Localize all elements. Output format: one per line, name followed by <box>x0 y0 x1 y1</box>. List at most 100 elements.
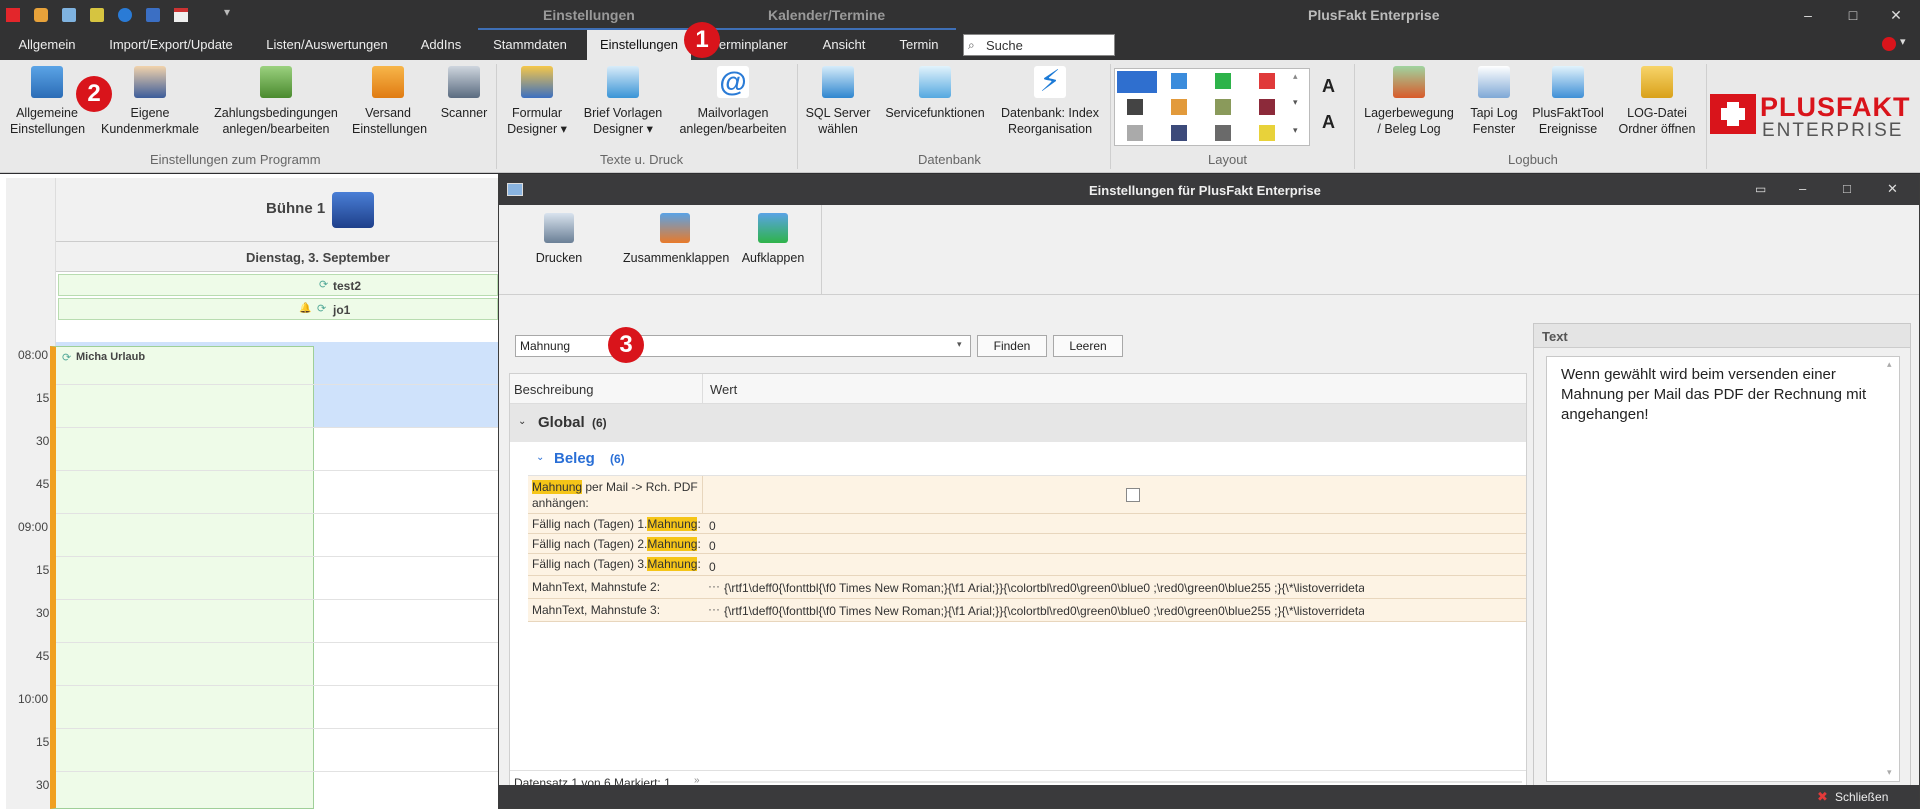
schliessen-button[interactable]: Schließen <box>1835 790 1888 804</box>
gallery-expand-icon[interactable]: ▾ <box>1293 125 1298 136</box>
search-icon: ⌕ <box>968 38 975 52</box>
help-icon[interactable] <box>118 8 132 22</box>
table-row[interactable]: Fällig nach (Tagen) 3.Mahnung: 0 <box>528 554 1526 576</box>
text-scroll-up-icon[interactable]: ▴ <box>1887 359 1892 370</box>
tab-stammdaten[interactable]: Stammdaten <box>480 30 580 60</box>
lagerbewegung-log-button[interactable]: Lagerbewegung / Beleg Log <box>1360 66 1458 137</box>
layout-style-12[interactable] <box>1259 125 1275 141</box>
drucken-button[interactable]: Drucken <box>529 213 589 266</box>
layout-style-3[interactable] <box>1215 73 1231 89</box>
layout-style-11[interactable] <box>1215 125 1231 141</box>
window-icon[interactable] <box>62 8 76 22</box>
log-datei-ordner-button[interactable]: LOG-Datei Ordner öffnen <box>1612 66 1702 137</box>
dialog-minimize-button[interactable]: – <box>1799 181 1806 196</box>
scanner-button[interactable]: Scanner <box>434 66 494 121</box>
collapse-chevron-icon[interactable]: ⌄ <box>536 452 544 463</box>
allday-event-test2[interactable]: ⟳ test2 <box>58 274 498 296</box>
tab-ansicht[interactable]: Ansicht <box>806 30 882 60</box>
group-row-beleg[interactable]: ⌄ Beleg (6) <box>528 442 1526 476</box>
row-value[interactable]: 0 <box>709 539 716 553</box>
plus-window-icon[interactable] <box>146 8 160 22</box>
allgemeine-einstellungen-button[interactable]: Allgemeine Einstellungen <box>10 66 85 137</box>
time-slot-line <box>56 427 498 428</box>
row-value[interactable]: 0 <box>709 519 716 533</box>
gallery-scroll-up-icon[interactable]: ▴ <box>1293 71 1298 82</box>
versand-einstellungen-button[interactable]: Versand Einstellungen <box>352 66 427 137</box>
ellipsis-button[interactable]: ··· <box>708 602 720 616</box>
column-wert[interactable]: Wert <box>710 382 737 397</box>
text-panel-content[interactable]: Wenn gewählt wird beim versenden einer M… <box>1546 356 1900 782</box>
font-color-icon[interactable]: A <box>1322 76 1335 97</box>
sql-server-button[interactable]: SQL Server wählen <box>802 66 874 137</box>
layout-style-1[interactable] <box>1117 71 1157 93</box>
lightning-icon: ⚡ <box>1034 66 1066 98</box>
horizontal-scrollbar[interactable] <box>710 781 1522 783</box>
global-search-box[interactable]: ⌕ Suche <box>963 34 1115 56</box>
dialog-close-button[interactable]: ✕ <box>1887 181 1898 197</box>
layout-style-4[interactable] <box>1259 73 1275 89</box>
row-value[interactable]: {\rtf1\deff0{\fonttbl{\f0 Times New Roma… <box>724 604 1364 618</box>
datenbank-index-button[interactable]: ⚡ Datenbank: Index Reorganisation <box>996 66 1104 137</box>
font-style-icon[interactable]: A <box>1322 112 1335 133</box>
mailvorlagen-button[interactable]: @ Mailvorlagen anlegen/bearbeiten <box>676 66 790 137</box>
group-row-global[interactable]: ⌄ Global (6) <box>510 404 1526 442</box>
table-row[interactable]: Fällig nach (Tagen) 1.Mahnung: 0 <box>528 514 1526 534</box>
dialog-restore-button[interactable]: ▭ <box>1755 182 1766 196</box>
collapse-chevron-icon[interactable]: ⌄ <box>518 416 526 427</box>
global-search-input[interactable]: Suche <box>986 38 1023 53</box>
user-dropdown-icon[interactable]: ▾ <box>1900 35 1906 48</box>
allday-event-jo1[interactable]: 🔔 ⟳ jo1 <box>58 298 498 320</box>
table-row[interactable]: Mahnung per Mail -> Rch. PDF anhängen: <box>528 476 1526 514</box>
user-icon[interactable] <box>1882 37 1896 51</box>
column-beschreibung[interactable]: Beschreibung <box>514 382 594 397</box>
tools-icon[interactable] <box>34 8 48 22</box>
plusfakttool-ereignisse-button[interactable]: PlusFaktTool Ereignisse <box>1528 66 1608 137</box>
tab-listen-auswertungen[interactable]: Listen/Auswertungen <box>252 30 402 60</box>
calendar-icon[interactable] <box>174 8 188 22</box>
brief-vorlagen-designer-button[interactable]: Brief Vorlagen Designer ▾ <box>580 66 666 137</box>
zahlungsbedingungen-button[interactable]: Zahlungsbedingungen anlegen/bearbeiten <box>210 66 342 137</box>
formular-designer-button[interactable]: Formular Designer ▾ <box>502 66 572 137</box>
tab-termin[interactable]: Termin <box>888 30 950 60</box>
table-row[interactable]: MahnText, Mahnstufe 3: ··· {\rtf1\deff0{… <box>528 599 1526 622</box>
quick-access-dropdown-icon[interactable]: ▾ <box>224 5 230 19</box>
layout-style-8[interactable] <box>1259 99 1275 115</box>
search-dropdown-icon[interactable]: ▾ <box>957 339 962 350</box>
lift-icon <box>332 192 374 228</box>
tab-allgemein[interactable]: Allgemein <box>4 30 90 60</box>
tab-einstellungen[interactable]: Einstellungen <box>587 30 691 60</box>
finden-button[interactable]: Finden <box>977 335 1047 357</box>
settings-search-input[interactable]: Mahnung ▾ <box>515 335 971 357</box>
layout-style-10[interactable] <box>1171 125 1187 141</box>
minimize-button[interactable]: – <box>1788 0 1828 30</box>
maximize-button[interactable]: □ <box>1833 0 1873 30</box>
gallery-scroll-down-icon[interactable]: ▾ <box>1293 97 1298 108</box>
layout-style-9[interactable] <box>1127 125 1143 141</box>
layout-style-2[interactable] <box>1171 73 1187 89</box>
text-scroll-down-icon[interactable]: ▾ <box>1887 767 1892 778</box>
close-button[interactable]: ✕ <box>1876 0 1916 30</box>
row-value[interactable]: 0 <box>709 560 716 574</box>
layout-style-7[interactable] <box>1215 99 1231 115</box>
card-icon[interactable] <box>90 8 104 22</box>
pdf-attach-checkbox[interactable] <box>1126 488 1140 502</box>
aufklappen-button[interactable]: Aufklappen <box>739 213 807 266</box>
dialog-maximize-button[interactable]: □ <box>1843 181 1851 196</box>
ellipsis-button[interactable]: ··· <box>708 579 720 593</box>
leeren-button[interactable]: Leeren <box>1053 335 1123 357</box>
tapi-log-button[interactable]: Tapi Log Fenster <box>1466 66 1522 137</box>
servicefunktionen-button[interactable]: Servicefunktionen <box>882 66 988 121</box>
eigene-kundenmerkmale-button[interactable]: Eigene Kundenmerkmale <box>96 66 204 137</box>
layout-style-5[interactable] <box>1127 99 1143 115</box>
dialog-toolbar: Drucken Zusammenklappen Aufklappen <box>499 205 1919 295</box>
ribbon-tab-bar: Allgemein Import/Export/Update Listen/Au… <box>0 30 1920 60</box>
tab-import-export-update[interactable]: Import/Export/Update <box>96 30 246 60</box>
table-row[interactable]: Fällig nach (Tagen) 2.Mahnung: 0 <box>528 534 1526 554</box>
layout-gallery[interactable]: ▴ ▾ ▾ <box>1114 68 1310 146</box>
zusammenklappen-button[interactable]: Zusammenklappen <box>623 213 729 266</box>
event-micha-urlaub[interactable]: ⟳ Micha Urlaub <box>50 346 314 809</box>
layout-style-6[interactable] <box>1171 99 1187 115</box>
table-row[interactable]: MahnText, Mahnstufe 2: ··· {\rtf1\deff0{… <box>528 576 1526 599</box>
row-value[interactable]: {\rtf1\deff0{\fonttbl{\f0 Times New Roma… <box>724 581 1364 595</box>
tab-addins[interactable]: AddIns <box>408 30 474 60</box>
